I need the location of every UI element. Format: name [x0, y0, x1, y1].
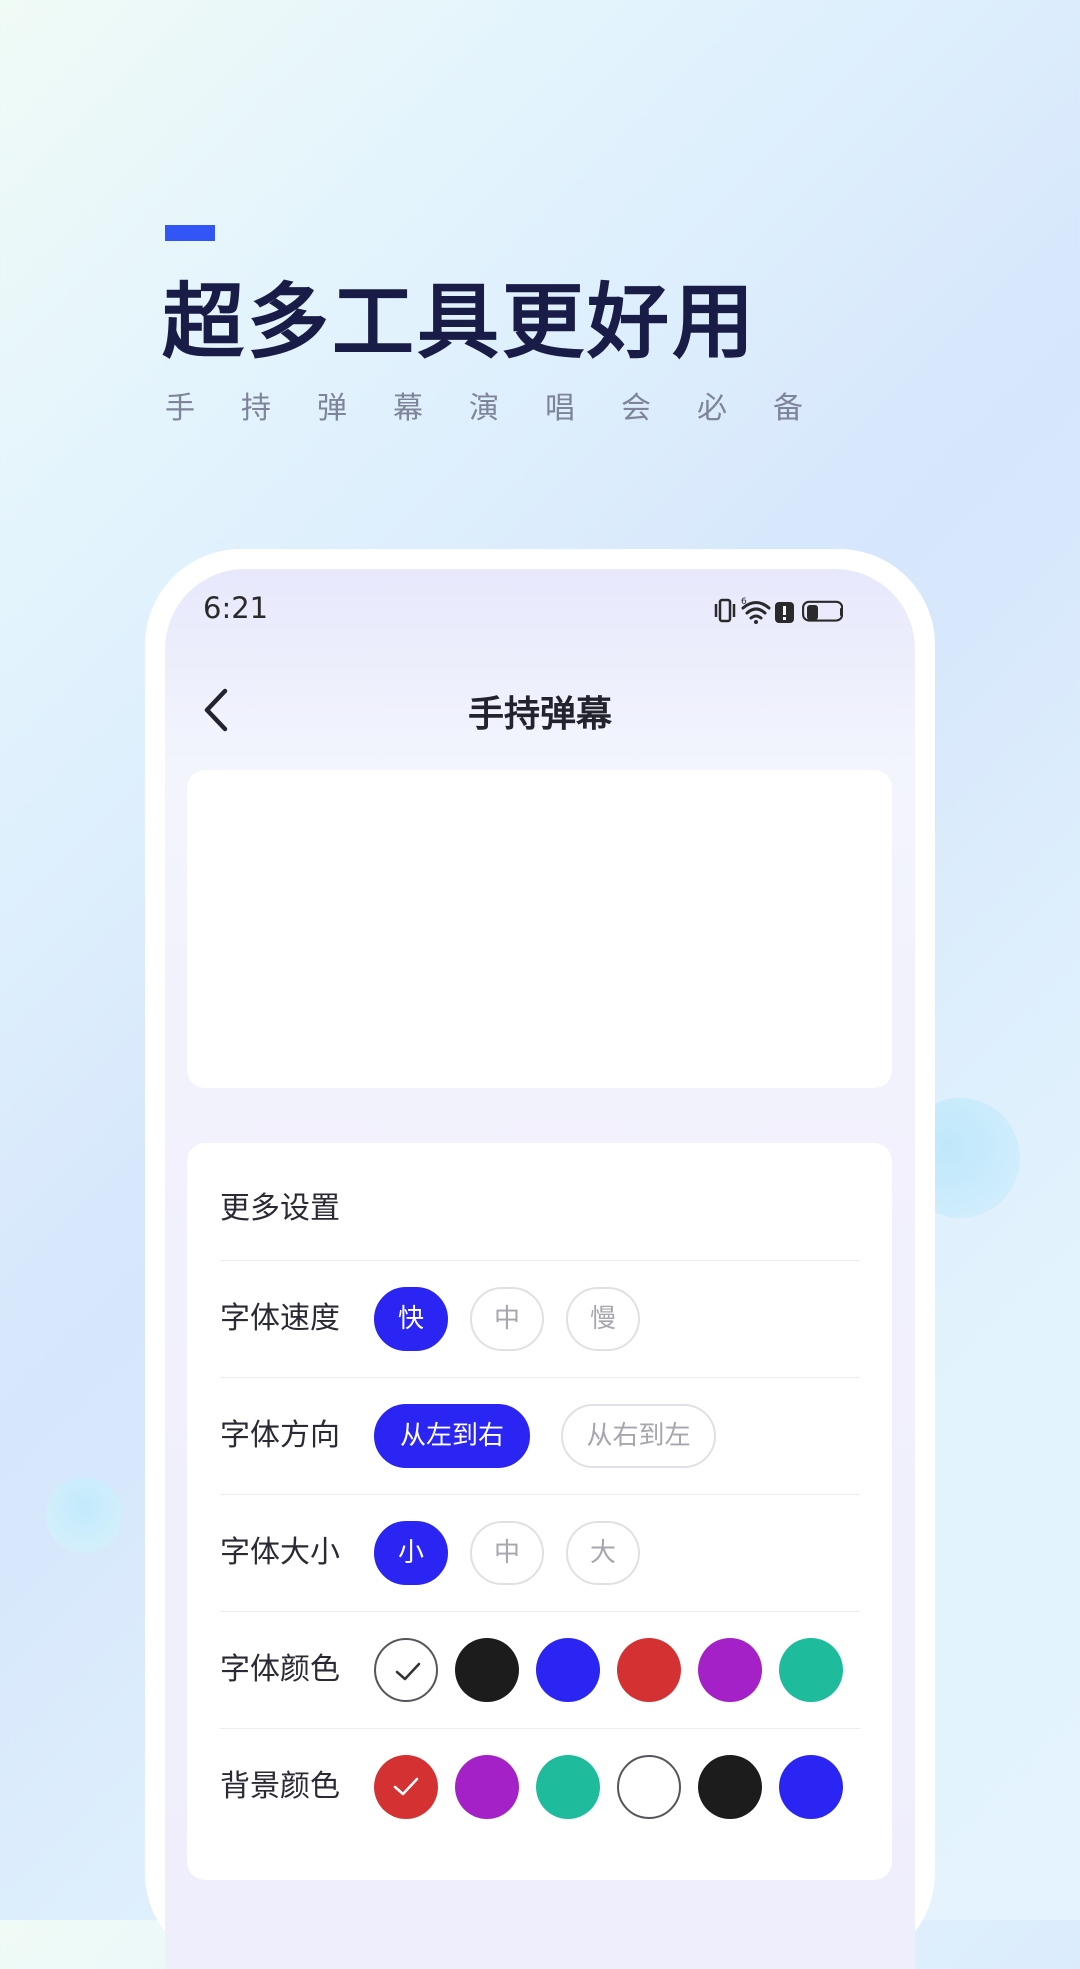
hero-subtitle: 手持弹幕演唱会必备	[165, 391, 849, 426]
hero-accent-bar	[165, 225, 215, 241]
bg-color-swatch[interactable]	[698, 1755, 762, 1819]
nav-title: 手持弹幕	[467, 694, 612, 735]
direction-option-ltr[interactable]: 从左到右	[374, 1404, 530, 1468]
direction-row: 字体方向 从左到右 从右到左	[220, 1377, 860, 1494]
bg-color-swatch[interactable]	[536, 1755, 600, 1819]
speed-option-medium[interactable]: 中	[470, 1287, 544, 1351]
font-color-swatch[interactable]	[536, 1638, 600, 1702]
phone-screen: 6:21 6 手持弹幕 更多设置 字体速度 快 中 慢 字体方向 从左到右 从右…	[165, 569, 915, 1969]
wifi-icon: 6	[741, 597, 771, 624]
font-color-row: 字体颜色	[220, 1611, 860, 1728]
direction-label: 字体方向	[220, 1418, 340, 1453]
size-option-medium[interactable]: 中	[470, 1521, 544, 1585]
chevron-left-icon	[204, 688, 228, 732]
status-icons: 6	[713, 595, 844, 633]
bg-color-label: 背景颜色	[220, 1769, 340, 1804]
font-color-swatch[interactable]	[779, 1638, 843, 1702]
vibrate-icon	[714, 598, 736, 623]
speed-option-fast[interactable]: 快	[374, 1287, 448, 1351]
bg-color-swatch[interactable]	[455, 1755, 519, 1819]
size-label: 字体大小	[220, 1535, 340, 1570]
battery-icon	[802, 600, 844, 622]
size-option-large[interactable]: 大	[566, 1521, 640, 1585]
size-option-small[interactable]: 小	[374, 1521, 448, 1585]
svg-text:6: 6	[741, 597, 747, 607]
font-color-label: 字体颜色	[220, 1652, 340, 1687]
settings-title: 更多设置	[220, 1191, 340, 1226]
check-icon	[393, 1777, 419, 1796]
speed-row: 字体速度 快 中 慢	[220, 1260, 860, 1377]
font-color-swatch[interactable]	[698, 1638, 762, 1702]
decor-bubble-left	[46, 1477, 122, 1553]
bg-color-swatch[interactable]	[374, 1755, 438, 1819]
font-color-swatch[interactable]	[617, 1638, 681, 1702]
bg-color-row: 背景颜色	[220, 1728, 860, 1845]
font-color-swatch[interactable]	[374, 1638, 438, 1702]
danmaku-preview	[187, 770, 892, 1088]
bg-color-swatch[interactable]	[779, 1755, 843, 1819]
size-row: 字体大小 小 中 大	[220, 1494, 860, 1611]
back-button[interactable]	[199, 685, 239, 735]
bg-color-swatch[interactable]	[617, 1755, 681, 1819]
speed-option-slow[interactable]: 慢	[566, 1287, 640, 1351]
alert-icon	[775, 602, 794, 623]
direction-option-rtl[interactable]: 从右到左	[561, 1404, 716, 1468]
speed-label: 字体速度	[220, 1301, 340, 1336]
settings-card: 更多设置 字体速度 快 中 慢 字体方向 从左到右 从右到左 字体大小 小 中 …	[187, 1143, 892, 1880]
font-color-swatch[interactable]	[455, 1638, 519, 1702]
check-icon	[395, 1662, 421, 1681]
hero-title: 超多工具更好用	[162, 275, 758, 370]
status-time: 6:21	[203, 591, 269, 625]
